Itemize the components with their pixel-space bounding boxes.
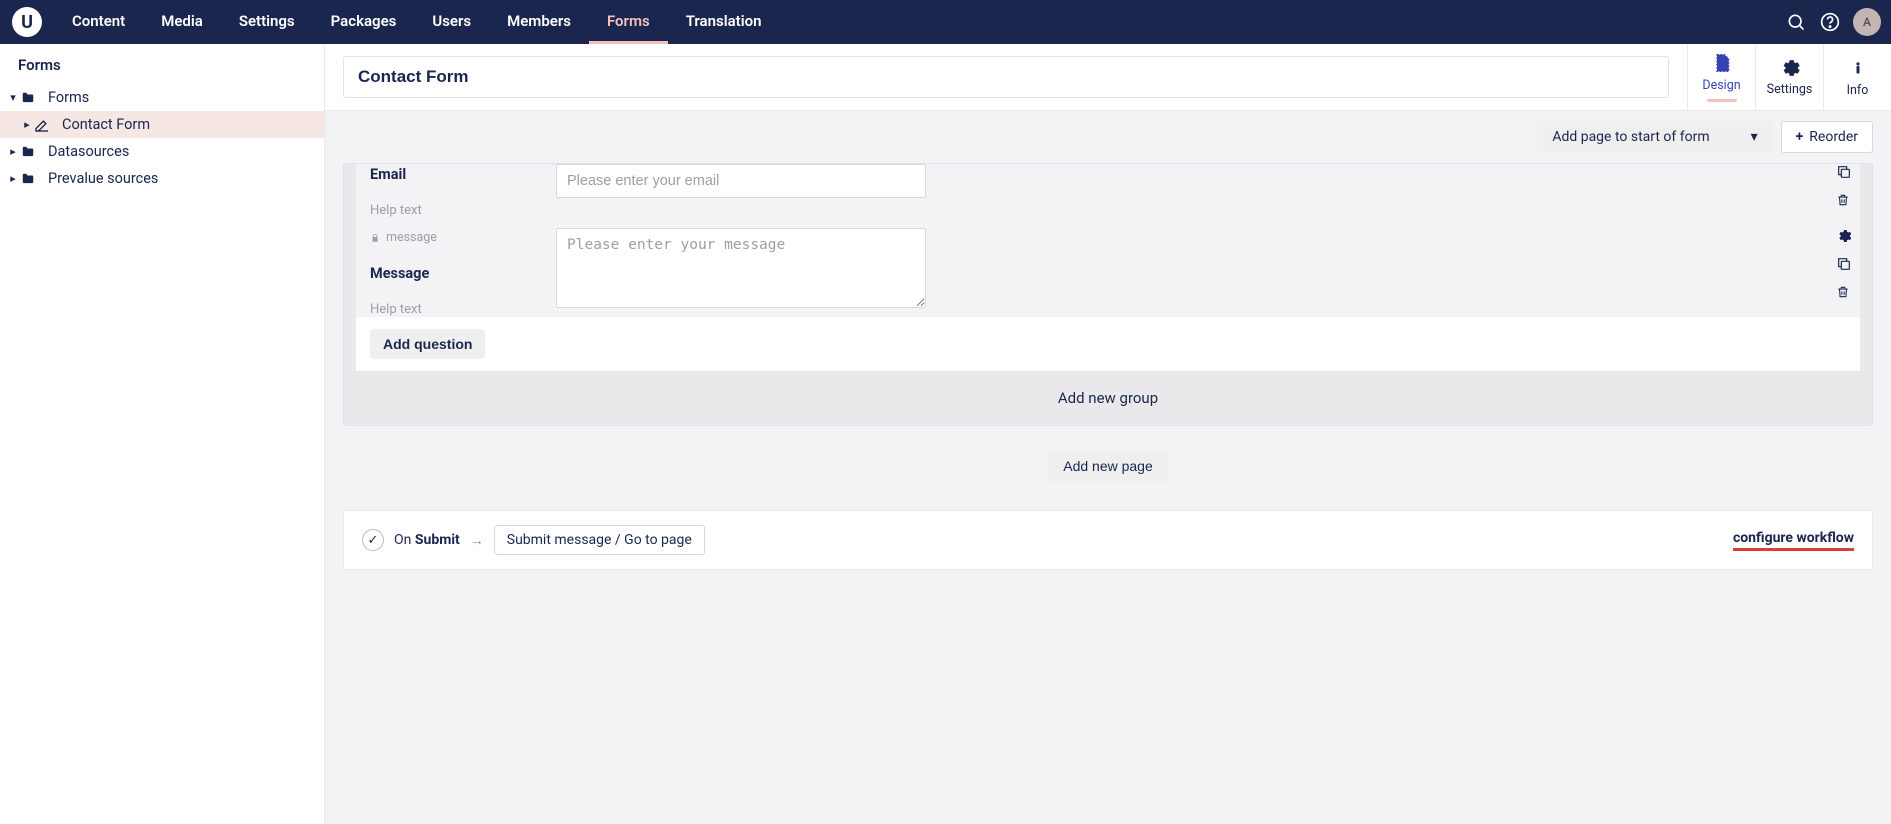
field-help-text: Help text (370, 302, 556, 317)
tree-node-label: Contact Form (62, 116, 150, 133)
configure-workflow-link[interactable]: configure workflow (1733, 530, 1854, 551)
field-input-message[interactable] (556, 228, 926, 308)
tree-node-forms[interactable]: ▾ Forms (0, 84, 324, 111)
folder-icon (20, 91, 38, 105)
workflow-on-label: On Submit (394, 532, 460, 548)
nav-tab-users[interactable]: Users (414, 0, 489, 44)
nav-tab-packages[interactable]: Packages (313, 0, 415, 44)
copy-icon[interactable] (1836, 256, 1854, 274)
edit-icon (34, 117, 52, 133)
editor: Design Settings Info Add page to start of … (325, 44, 1891, 824)
folder-icon (20, 145, 38, 159)
info-icon (1851, 57, 1865, 79)
tree-node-label: Datasources (48, 143, 129, 160)
caret-down-icon[interactable]: ▾ (6, 91, 20, 104)
gear-icon[interactable] (1836, 228, 1854, 246)
form-title-input[interactable] (343, 56, 1669, 98)
plus-icon (1796, 129, 1804, 145)
sidebar: Forms ▾ Forms ▸ Contact Form ▸ Datasources ▸ Pr… (0, 44, 325, 824)
search-icon[interactable] (1779, 5, 1813, 39)
nav-tab-content[interactable]: Content (54, 0, 143, 44)
reorder-button[interactable]: Reorder (1781, 121, 1873, 153)
folder-icon (20, 172, 38, 186)
caret-right-icon[interactable]: ▸ (6, 145, 20, 158)
add-page-button[interactable]: Add new page (1048, 450, 1168, 482)
editor-header: Design Settings Info (325, 44, 1891, 111)
gear-icon (1780, 58, 1800, 78)
nav-tab-media[interactable]: Media (143, 0, 221, 44)
editor-toolbar: Add page to start of form ▾ Reorder (325, 111, 1891, 163)
tree-node-datasources[interactable]: ▸ Datasources (0, 138, 324, 165)
sidebar-section-title: Forms (0, 44, 324, 84)
help-icon[interactable] (1813, 5, 1847, 39)
nav-tab-settings[interactable]: Settings (221, 0, 313, 44)
trash-icon[interactable] (1836, 192, 1854, 210)
reorder-label: Reorder (1809, 129, 1858, 145)
add-question-button[interactable]: Add question (370, 329, 485, 359)
editor-tab-label: Info (1847, 83, 1869, 98)
tree-node-contact-form[interactable]: ▸ Contact Form (0, 111, 324, 138)
caret-right-icon[interactable]: ▸ (6, 172, 20, 185)
app-logo[interactable]: U (12, 7, 42, 37)
field-row: Email Help text (356, 164, 1860, 218)
check-icon: ✓ (362, 529, 384, 551)
copy-icon[interactable] (1836, 164, 1854, 182)
field-label: Email (370, 166, 556, 183)
form-page: Email Help text message Message Help text Ad… (343, 163, 1873, 426)
editor-tab-label: Design (1702, 78, 1740, 93)
nav-tab-members[interactable]: Members (489, 0, 589, 44)
tree-node-label: Forms (48, 89, 89, 106)
editor-tab-info[interactable]: Info (1823, 44, 1891, 110)
arrow-right-icon: → (470, 532, 484, 549)
add-page-start-label: Add page to start of form (1538, 122, 1723, 152)
tree-node-prevalue-sources[interactable]: ▸ Prevalue sources (0, 165, 324, 192)
caret-right-icon[interactable]: ▸ (20, 118, 34, 131)
editor-tab-design[interactable]: Design (1687, 44, 1755, 110)
avatar[interactable]: A (1853, 8, 1881, 36)
field-alias: message (370, 230, 556, 245)
add-page-start-button[interactable]: Add page to start of form ▾ (1537, 121, 1772, 153)
add-group-button[interactable]: Add new group (344, 371, 1872, 425)
field-help-text: Help text (370, 203, 556, 218)
editor-tab-settings[interactable]: Settings (1755, 44, 1823, 110)
top-navbar: U ContentMediaSettingsPackagesUsersMembe… (0, 0, 1891, 44)
workflow-footer: ✓ On Submit → Submit message / Go to pag… (343, 510, 1873, 570)
field-input-email[interactable] (556, 164, 926, 198)
page-icon (1712, 52, 1732, 74)
editor-tab-label: Settings (1767, 82, 1813, 97)
trash-icon[interactable] (1836, 284, 1854, 302)
field-label: Message (370, 265, 556, 282)
field-row: message Message Help text (356, 228, 1860, 317)
nav-tab-translation[interactable]: Translation (668, 0, 780, 44)
nav-tab-forms[interactable]: Forms (589, 0, 668, 44)
workflow-step-button[interactable]: Submit message / Go to page (494, 525, 705, 555)
chevron-down-icon[interactable]: ▾ (1737, 122, 1772, 152)
tree-node-label: Prevalue sources (48, 170, 158, 187)
